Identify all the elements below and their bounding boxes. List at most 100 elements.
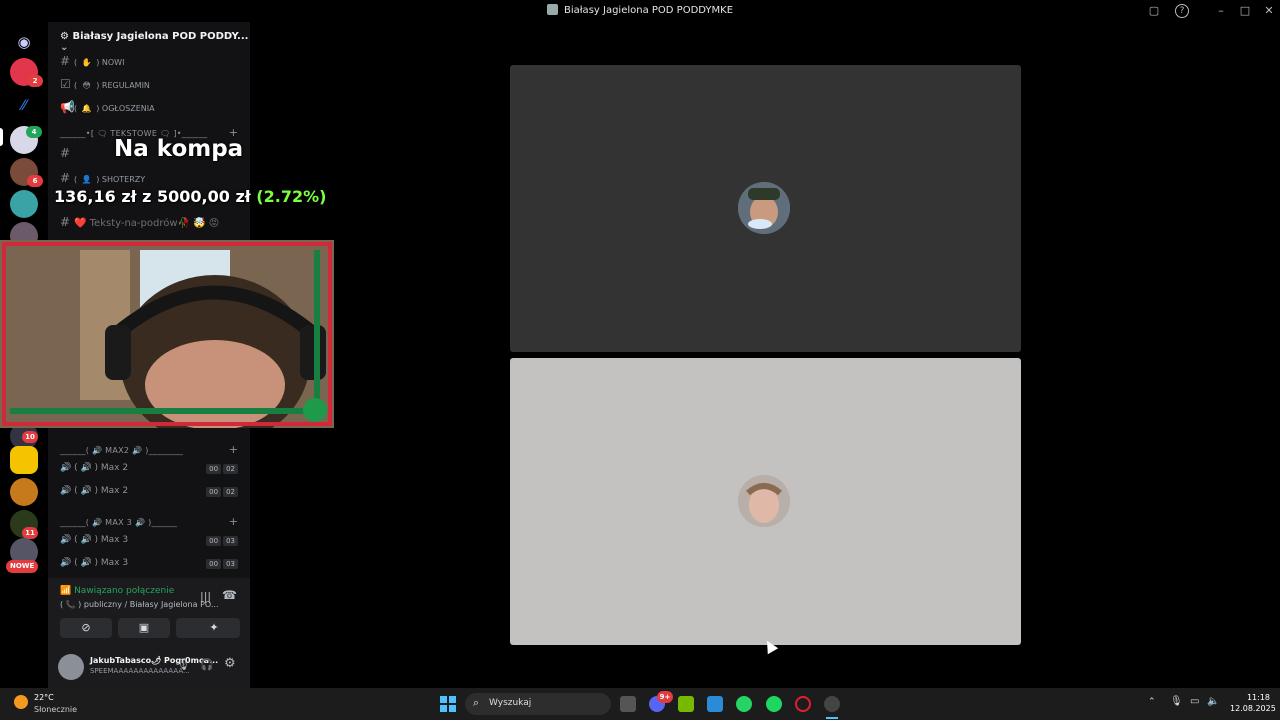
- voice-status[interactable]: 📶 Nawiązano połączenie: [60, 586, 174, 596]
- chrome-icon[interactable]: [824, 696, 840, 712]
- channel-teksty[interactable]: # ❤️ Teksty-na-podrów🥀 🤯 😡: [60, 215, 219, 229]
- user-status: SPEEMAAAAAAAAAAAAAA...: [90, 667, 190, 675]
- server-icon-8[interactable]: [10, 446, 38, 474]
- channel-hidden[interactable]: #: [60, 146, 74, 160]
- sun-icon: [14, 695, 28, 709]
- server-icon-1[interactable]: 2: [10, 58, 43, 87]
- channel-nowi[interactable]: #( ✋ ) NOWI: [60, 54, 124, 68]
- stream-overlay-title: Na kompa: [114, 136, 244, 162]
- server-icon-9[interactable]: [10, 478, 38, 506]
- time: 11:18: [1246, 693, 1270, 702]
- maximize-button[interactable]: □: [1237, 3, 1253, 19]
- voice-channel-max3-a[interactable]: 🔊 ( 🔊 ) Max 3: [60, 535, 128, 545]
- channel-regulamin[interactable]: ☑( 😳 ) REGULAMIN: [60, 77, 150, 91]
- server-icon-3[interactable]: 4: [10, 126, 42, 154]
- voice-channel-max2-b[interactable]: 🔊 ( 🔊 ) Max 2: [60, 486, 128, 496]
- file-explorer-icon[interactable]: [620, 696, 636, 712]
- weather-desc[interactable]: Słonecznie: [34, 705, 77, 714]
- hash-icon: #: [60, 171, 71, 185]
- server-icon-5[interactable]: [10, 190, 38, 218]
- camera-off-icon: ⊘: [81, 621, 91, 634]
- user-limit: 00 02: [204, 487, 238, 497]
- webcam-overlay: [0, 240, 334, 428]
- noise-suppression-icon[interactable]: |||: [200, 590, 211, 603]
- server-icon-10[interactable]: 11: [10, 510, 38, 539]
- user-panel: JakubTabasco🌶 Pogr0mca... SPEEMAAAAAAAAA…: [48, 646, 250, 688]
- hash-icon: #: [60, 54, 71, 68]
- minimize-button[interactable]: –: [1213, 3, 1229, 19]
- add-channel-icon[interactable]: +: [229, 515, 238, 528]
- mention-badge: 10: [22, 431, 38, 443]
- spotify-icon[interactable]: [766, 696, 782, 712]
- headphones-icon[interactable]: 🎧: [200, 658, 214, 671]
- hash-icon: #: [60, 146, 71, 160]
- voice-channel-max3-b[interactable]: 🔊 ( 🔊 ) Max 3: [60, 558, 128, 568]
- volume-icon[interactable]: 🔈: [1207, 696, 1219, 707]
- network-icon[interactable]: ▭: [1190, 696, 1199, 707]
- screen-share-button[interactable]: ▣: [118, 618, 170, 638]
- search-placeholder: Wyszukaj: [489, 698, 532, 708]
- speaker-icon: 🔊: [60, 535, 75, 545]
- voice-channel-max2-a[interactable]: 🔊 ( 🔊 ) Max 2: [60, 463, 128, 473]
- megaphone-icon: 📢: [60, 100, 75, 114]
- microphone-tray-icon[interactable]: 🎙: [1170, 696, 1183, 707]
- add-channel-icon[interactable]: +: [229, 443, 238, 456]
- server-icon-2[interactable]: ⁄⁄: [10, 92, 38, 120]
- avatar-image: [738, 182, 790, 234]
- user-name: JakubTabasco🌶 Pogr0mca...: [90, 656, 219, 665]
- close-button[interactable]: ✕: [1261, 3, 1277, 19]
- video-tile-1[interactable]: [510, 65, 1021, 352]
- help-icon[interactable]: ?: [1175, 4, 1189, 18]
- opera-icon[interactable]: [795, 696, 811, 712]
- clock[interactable]: 11:18 12.08.2025: [1230, 693, 1276, 713]
- category-max3[interactable]: ______( 🔊 MAX 3 🔊 )______: [60, 518, 177, 527]
- video-tile-2[interactable]: [510, 358, 1021, 645]
- inbox-icon[interactable]: ▢: [1146, 3, 1162, 19]
- webcam-image: [0, 240, 334, 428]
- rules-icon: ☑: [60, 77, 71, 91]
- weather-temp[interactable]: 22°C: [34, 693, 54, 702]
- channel-ogloszenia[interactable]: 📢( 🔔 ) OGŁOSZENIA: [60, 100, 155, 114]
- soundboard-icon: ✦: [209, 621, 219, 634]
- avatar-image: [738, 475, 790, 527]
- server-header[interactable]: ⚙ Białasy Jagielona POD PODDY... ⌄: [60, 31, 250, 53]
- participant-avatar: [738, 475, 790, 527]
- channel-shoterzy[interactable]: #( 👤 ) SHOTERZY: [60, 171, 145, 185]
- server-settings-icon: ⚙: [60, 31, 73, 42]
- whatsapp-icon[interactable]: [736, 696, 752, 712]
- server-icon-4[interactable]: 6: [10, 158, 43, 187]
- participant-avatar: [738, 182, 790, 234]
- category-max2[interactable]: ______( 🔊 MAX2 🔊 )________: [60, 446, 183, 455]
- donation-goal: 136,16 zł z 5000,00 zł (2.72%): [54, 187, 327, 206]
- app-icon[interactable]: [707, 696, 723, 712]
- discord-taskbar-icon[interactable]: 9+: [649, 691, 673, 712]
- hash-icon: #: [60, 215, 71, 229]
- tray-overflow-icon[interactable]: ⌃: [1148, 697, 1156, 707]
- voice-channel-link[interactable]: ( 📞 ) publiczny / Białasy Jagielona PO..…: [60, 600, 219, 609]
- speaker-icon: 🔊: [60, 463, 75, 473]
- badge: 4: [26, 126, 42, 138]
- microphone-icon[interactable]: 🎙: [176, 658, 190, 671]
- date: 12.08.2025: [1230, 704, 1276, 713]
- speaker-icon: 🔊: [60, 558, 75, 568]
- app-logo-icon: [546, 4, 558, 15]
- mention-badge: 6: [27, 175, 43, 187]
- phone-icon: 📞: [65, 600, 76, 609]
- signal-icon: 📶: [60, 586, 75, 596]
- window-title: Białasy Jagielona POD PODDYMKE: [0, 0, 1280, 22]
- discord-home-icon[interactable]: ◉: [10, 28, 38, 56]
- settings-gear-icon[interactable]: ⚙: [224, 656, 236, 671]
- user-limit: 00 03: [204, 559, 238, 569]
- start-windows-icon[interactable]: [440, 696, 456, 712]
- avatar[interactable]: [58, 654, 84, 680]
- camera-off-button[interactable]: ⊘: [60, 618, 112, 638]
- soundboard-button[interactable]: ✦: [188, 618, 240, 638]
- emoji-icon: 👤: [81, 175, 92, 184]
- user-limit: 00 02: [204, 464, 238, 474]
- disconnect-icon[interactable]: ☎: [222, 588, 237, 602]
- search-box[interactable]: ⌕ Wyszukaj: [465, 693, 611, 715]
- new-unreads-pill[interactable]: NOWE: [6, 560, 39, 573]
- mention-badge: 2: [27, 75, 43, 87]
- nvidia-icon[interactable]: [678, 696, 694, 712]
- notification-badge: 9+: [657, 691, 673, 703]
